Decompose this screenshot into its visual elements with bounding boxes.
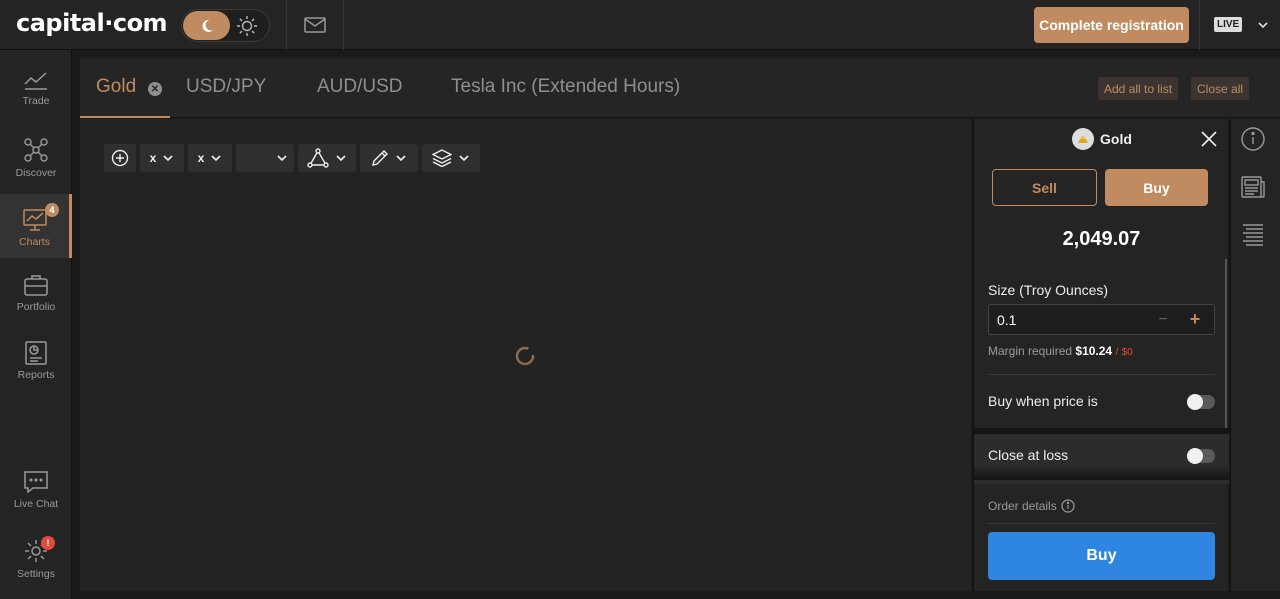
pencil-icon	[372, 150, 388, 166]
buy-direction-button[interactable]: Buy	[1105, 169, 1208, 206]
trade-chart-icon	[24, 72, 47, 90]
sidebar-item-settings[interactable]: Settings !	[0, 524, 72, 588]
interval-dropdown[interactable]: x	[140, 144, 184, 172]
sidebar: Trade Discover Charts 4 Portfolio Report…	[0, 50, 72, 599]
sidebar-item-label: Portfolio	[16, 301, 56, 313]
top-bar: capital·com Complete registration LIVE	[0, 0, 1280, 50]
chevron-down-icon	[211, 155, 221, 162]
sidebar-item-label: Reports	[17, 369, 55, 381]
margin-required: Margin required $10.24 / $0	[988, 344, 1133, 358]
size-input[interactable]: 0.1	[988, 304, 1215, 335]
order-details-label: Order details	[988, 499, 1057, 513]
loading-spinner-icon	[515, 346, 535, 366]
margin-label: Margin required	[988, 344, 1073, 358]
size-label: Size (Troy Ounces)	[988, 282, 1109, 298]
chevron-down-icon	[163, 155, 173, 162]
briefcase-icon	[24, 275, 48, 296]
close-tab-icon[interactable]: ✕	[148, 82, 162, 96]
sidebar-item-label: Charts	[19, 236, 50, 248]
chevron-down-icon[interactable]	[1257, 19, 1269, 31]
close-icon[interactable]	[1200, 130, 1218, 148]
complete-registration-button[interactable]: Complete registration	[1034, 7, 1189, 43]
gold-bars-icon	[1072, 128, 1094, 150]
buy-when-price-label: Buy when price is	[988, 393, 1098, 409]
tab-gold[interactable]: Gold	[96, 76, 136, 118]
network-icon	[24, 138, 48, 162]
close-all-button[interactable]: Close all	[1191, 77, 1250, 100]
increase-size-button[interactable]: +	[1187, 309, 1203, 329]
main-area: Gold ✕ USD/JPY AUD/USD Tesla Inc (Extend…	[80, 58, 1280, 591]
chevron-down-icon	[277, 155, 287, 162]
trade-panel: Gold Sell Buy 2,049.07 Size (Troy Ounces…	[973, 119, 1229, 591]
divider	[988, 523, 1215, 524]
panel-scrollbar[interactable]	[1225, 259, 1227, 434]
theme-toggle[interactable]	[181, 9, 270, 42]
charts-count-badge: 4	[45, 203, 59, 217]
chart-type-dropdown[interactable]: x	[188, 144, 232, 172]
chevron-down-icon	[459, 155, 469, 162]
layers-dropdown[interactable]	[422, 144, 480, 172]
charts-monitor-icon	[22, 209, 47, 231]
chevron-down-icon	[396, 155, 406, 162]
sidebar-item-trade[interactable]: Trade	[0, 55, 72, 119]
sidebar-item-label: Discover	[15, 167, 57, 179]
chart-type-value: x	[197, 151, 205, 165]
mail-icon[interactable]	[302, 14, 328, 36]
moon-icon	[183, 11, 230, 40]
order-details[interactable]: Order details	[988, 499, 1075, 513]
active-tab-indicator	[80, 116, 170, 118]
add-indicator-button[interactable]	[104, 144, 136, 172]
close-at-loss-label: Close at loss	[988, 447, 1069, 463]
sidebar-item-label: Live Chat	[13, 498, 59, 510]
sidebar-item-label: Trade	[22, 95, 50, 107]
submit-buy-button[interactable]: Buy	[988, 532, 1215, 580]
divider	[286, 0, 287, 50]
chevron-down-icon	[336, 155, 346, 162]
sidebar-item-reports[interactable]: Reports	[0, 327, 72, 391]
chat-icon	[24, 471, 48, 494]
sidebar-item-label: Settings	[17, 568, 55, 580]
divider	[1199, 0, 1200, 50]
interval-value: x	[149, 151, 157, 165]
report-icon	[25, 341, 47, 365]
divider	[343, 0, 344, 50]
decrease-size-button[interactable]: −	[1156, 311, 1170, 328]
panel-asset-title: Gold	[1072, 128, 1132, 150]
account-mode-badge[interactable]: LIVE	[1214, 17, 1243, 32]
section-shadow	[974, 464, 1229, 480]
pencil-tools-dropdown[interactable]	[360, 144, 418, 172]
right-icon-bar	[1230, 119, 1280, 591]
chart-tabs-bar: Gold ✕ USD/JPY AUD/USD Tesla Inc (Extend…	[80, 58, 1280, 118]
add-all-to-list-button[interactable]: Add all to list	[1098, 77, 1179, 100]
margin-separator: /	[1115, 347, 1119, 358]
sidebar-item-live-chat[interactable]: Live Chat	[0, 456, 72, 520]
asset-name: Gold	[1100, 131, 1132, 147]
sun-icon	[234, 13, 260, 39]
chart-area[interactable]: x x	[80, 119, 971, 591]
settings-alert-badge: !	[41, 536, 55, 550]
buy-when-price-toggle[interactable]	[1187, 394, 1215, 410]
plus-circle-icon	[111, 149, 129, 167]
news-icon[interactable]	[1241, 175, 1265, 199]
sidebar-item-discover[interactable]: Discover	[0, 123, 72, 187]
sidebar-item-portfolio[interactable]: Portfolio	[0, 259, 72, 323]
sidebar-item-charts[interactable]: Charts 4	[0, 194, 72, 258]
margin-value: $10.24	[1075, 344, 1113, 358]
triangle-nodes-icon	[307, 148, 329, 168]
tab-aud-usd[interactable]: AUD/USD	[317, 76, 403, 118]
sell-button[interactable]: Sell	[992, 169, 1097, 206]
divider	[988, 374, 1215, 375]
style-dropdown[interactable]	[236, 144, 294, 172]
order-book-icon[interactable]	[1241, 223, 1265, 247]
layers-icon	[432, 149, 452, 167]
info-icon	[1061, 499, 1075, 513]
tab-usd-jpy[interactable]: USD/JPY	[186, 76, 266, 118]
current-price: 2,049.07	[1062, 228, 1141, 250]
info-icon[interactable]	[1241, 127, 1265, 151]
margin-available: $0	[1121, 347, 1133, 358]
close-at-loss-toggle[interactable]	[1187, 448, 1215, 464]
capital-logo[interactable]: capital·com	[16, 9, 168, 37]
drawing-shapes-dropdown[interactable]	[298, 144, 356, 172]
tab-tesla[interactable]: Tesla Inc (Extended Hours)	[451, 76, 680, 118]
